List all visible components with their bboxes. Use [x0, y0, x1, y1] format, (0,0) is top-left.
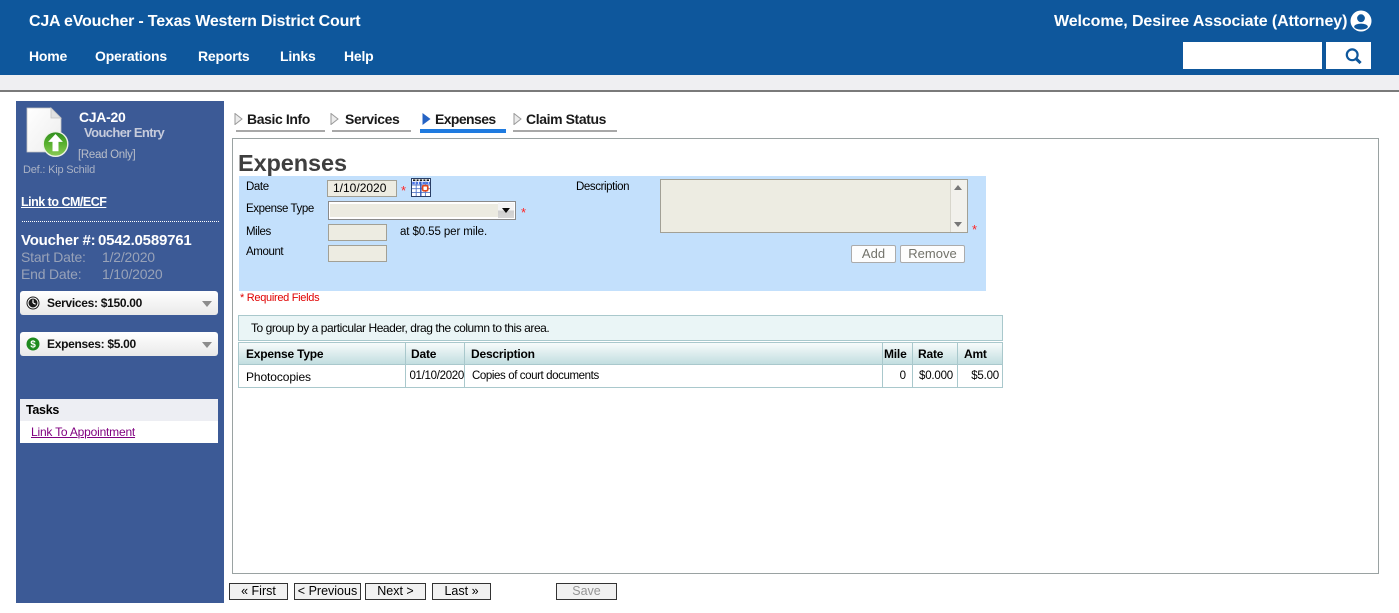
svg-text:$: $ — [30, 340, 36, 351]
